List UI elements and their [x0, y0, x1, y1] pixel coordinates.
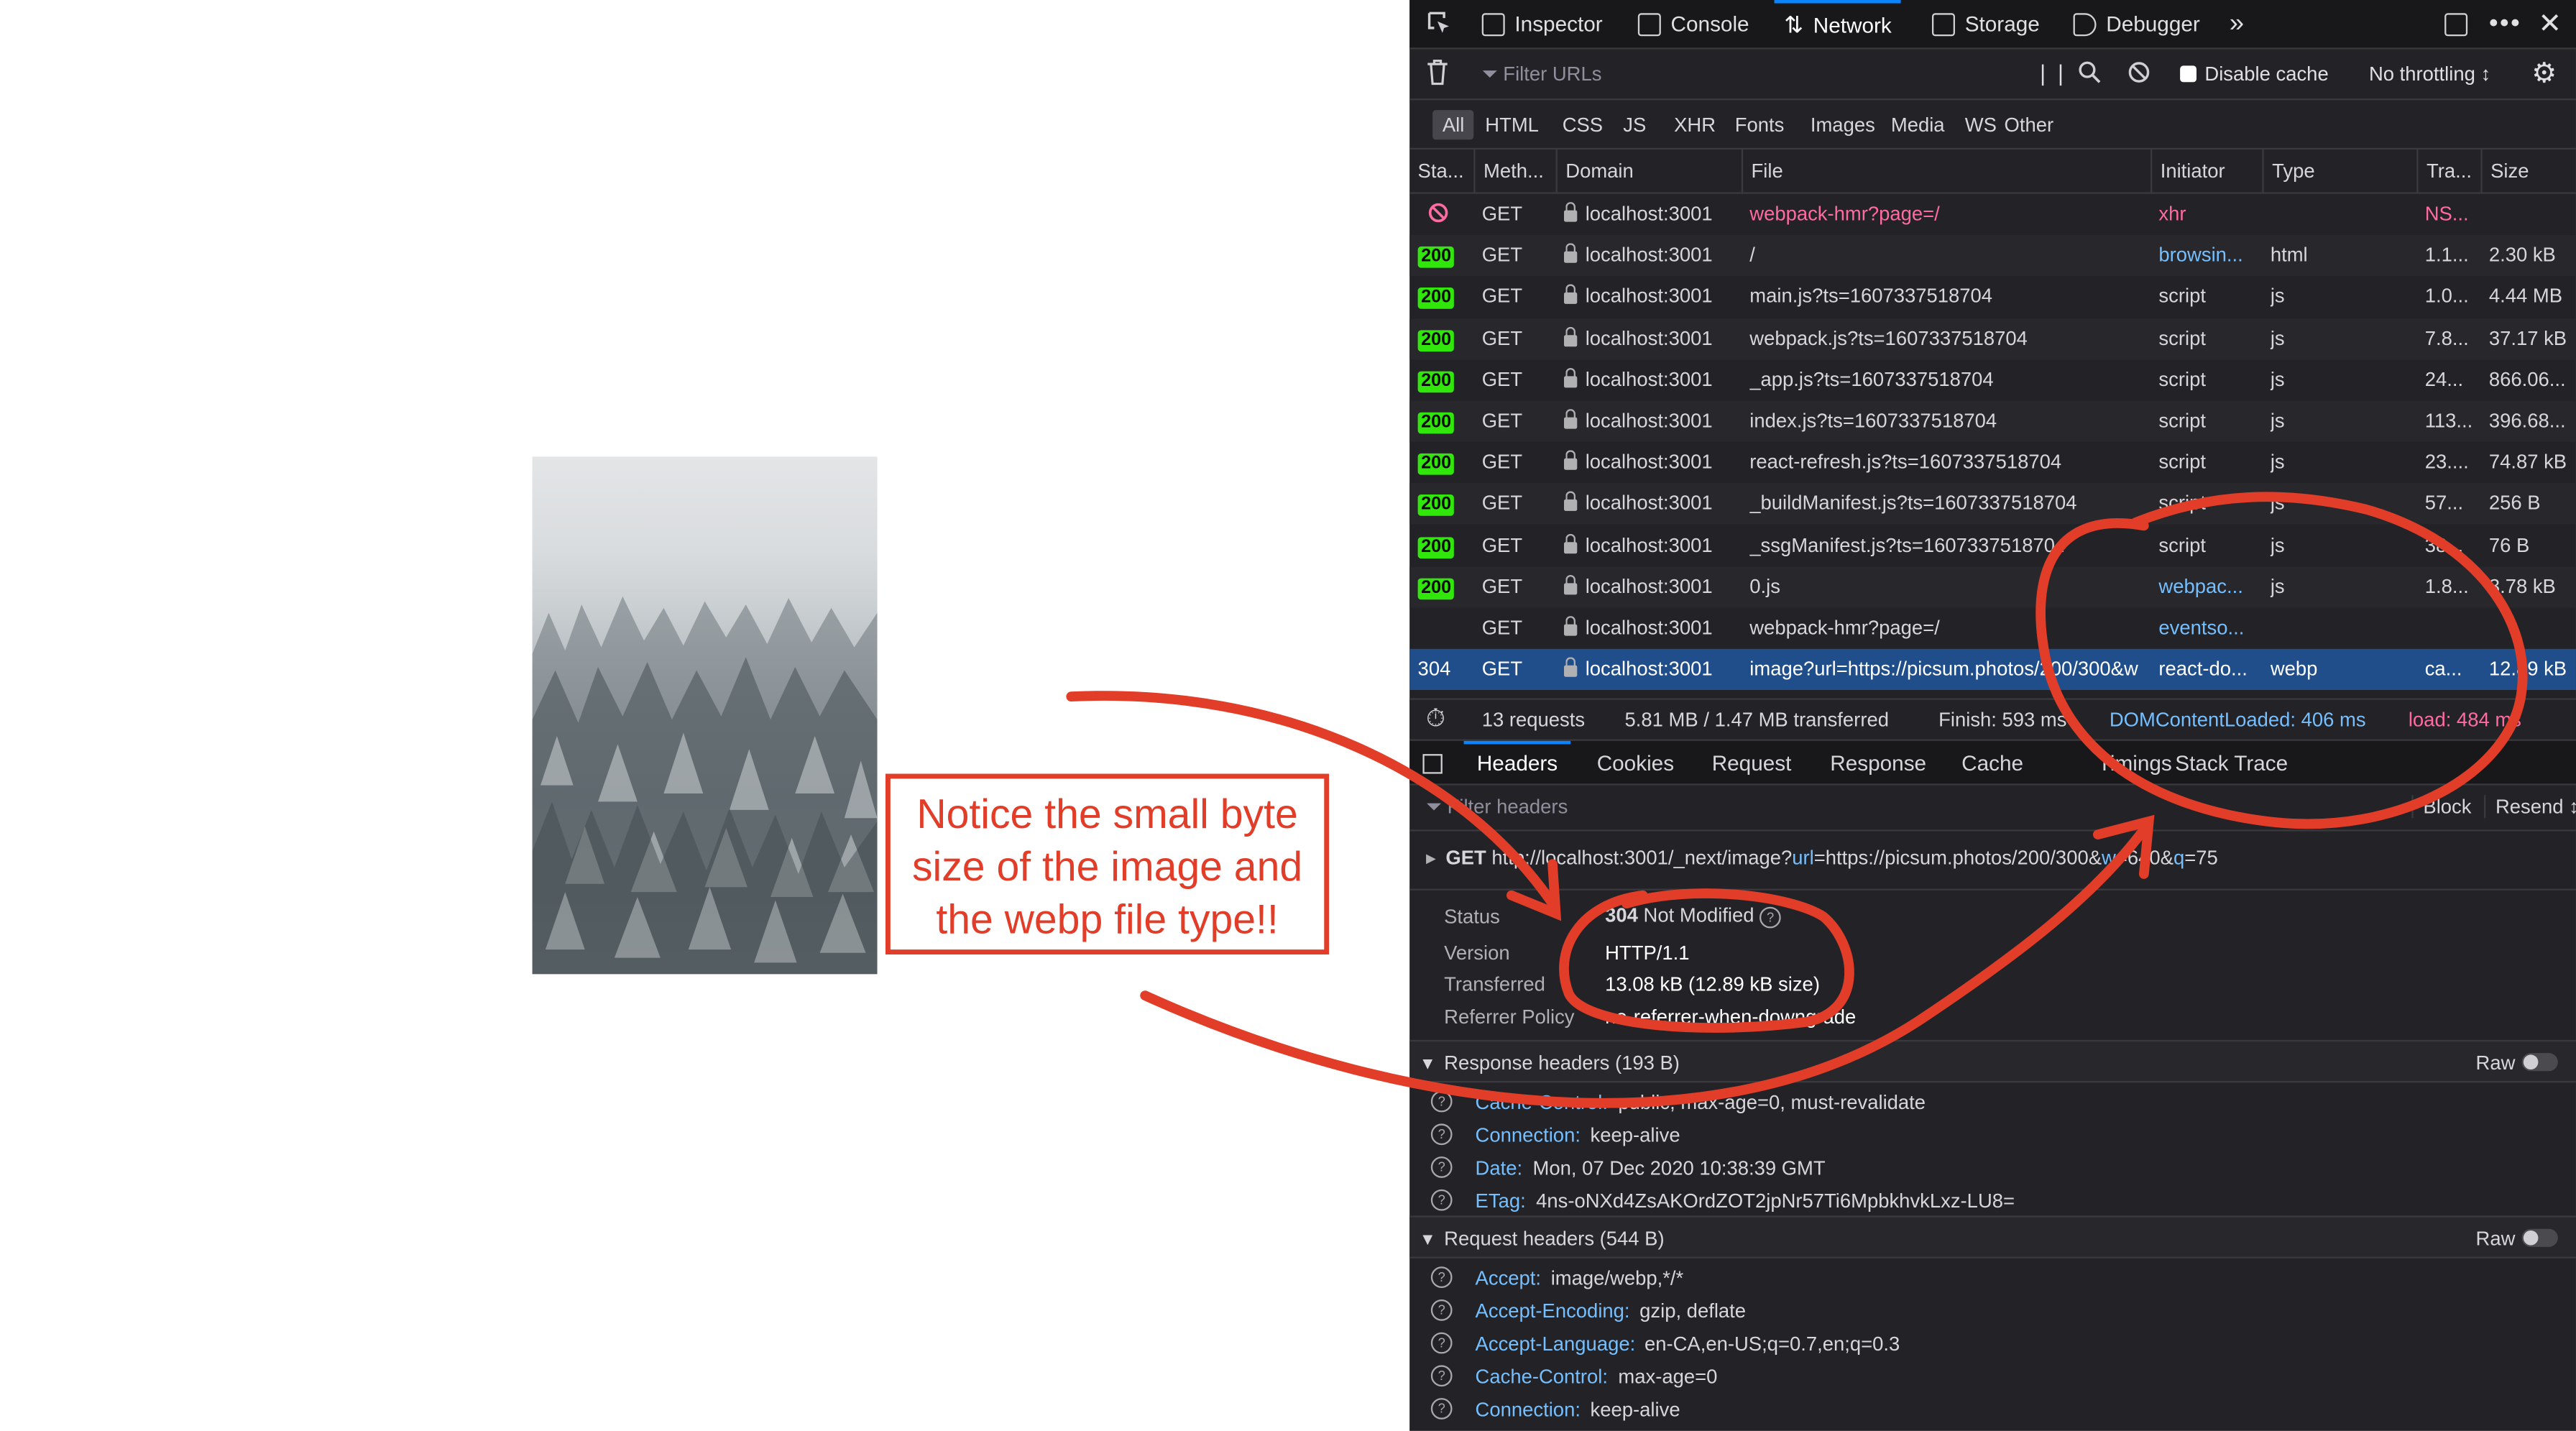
arrow-to-status-line	[1066, 691, 1558, 908]
arrow-to-webp-row	[1140, 824, 2149, 1108]
circle-around-transfer	[1559, 888, 1854, 1033]
screenshot-stage: Inspector Console ⇅ Network Storage Debug…	[0, 0, 2576, 1431]
circle-around-size-columns	[2036, 492, 2528, 829]
annotation-overlay	[1066, 492, 2528, 1108]
